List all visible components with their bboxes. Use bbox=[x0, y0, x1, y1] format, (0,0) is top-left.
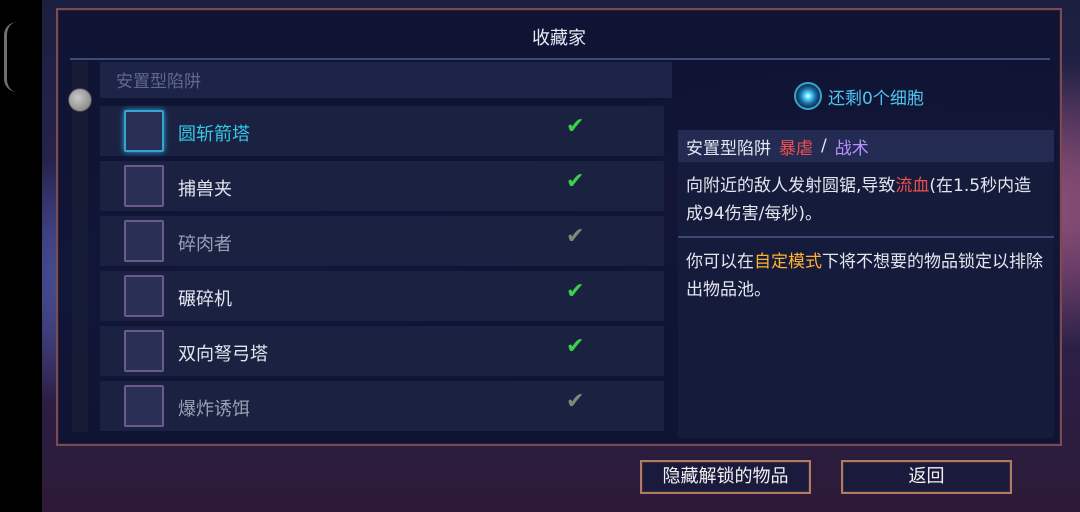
list-item-round-blade-turret[interactable]: 圆斩箭塔 ✔ bbox=[100, 106, 664, 156]
item-tags: 安置型陷阱 暴虐 / 战术 bbox=[678, 130, 1054, 162]
bleed-keyword: 流血 bbox=[895, 176, 930, 196]
left-edge-strip bbox=[0, 0, 42, 512]
category-header: 安置型陷阱 bbox=[100, 62, 672, 98]
list-item-label: 碾碎机 bbox=[178, 289, 232, 310]
list-item-wolf-trap[interactable]: 捕兽夹 ✔ bbox=[100, 161, 664, 211]
back-button[interactable]: 返回 bbox=[841, 460, 1012, 494]
trap-icon bbox=[124, 165, 164, 207]
item-description: 向附近的敌人发射圆锯,导致流血(在1.5秒内造成94伤害/每秒)。 bbox=[678, 162, 1054, 236]
list-item-label: 爆炸诱饵 bbox=[178, 399, 250, 420]
cell-icon bbox=[794, 82, 822, 110]
collector-panel: 收藏家 安置型陷阱 圆斩箭塔 ✔ 捕兽夹 ✔ 碎肉者 ✔ 碾碎机 ✔ 双向弩弓塔… bbox=[56, 8, 1062, 446]
tag-separator: / bbox=[821, 136, 827, 156]
hide-unlocked-button[interactable]: 隐藏解锁的物品 bbox=[640, 460, 811, 494]
description-text: 向附近的敌人发射圆锯,导致 bbox=[686, 176, 896, 196]
grinder-icon bbox=[124, 220, 164, 262]
list-item-label: 圆斩箭塔 bbox=[178, 124, 250, 145]
tag-brutality: 暴虐 bbox=[779, 138, 813, 159]
edge-swipe-icon bbox=[4, 22, 17, 92]
scrollbar-thumb[interactable] bbox=[68, 88, 92, 112]
list-item-double-crossbow[interactable]: 双向弩弓塔 ✔ bbox=[100, 326, 664, 376]
check-icon: ✔ bbox=[566, 169, 585, 194]
check-icon: ✔ bbox=[566, 279, 585, 304]
note-text: 你可以在 bbox=[686, 252, 754, 272]
custom-mode-keyword: 自定模式 bbox=[754, 252, 822, 272]
crusher-icon bbox=[124, 275, 164, 317]
list-item-meat-grinder[interactable]: 碎肉者 ✔ bbox=[100, 216, 664, 266]
title-divider bbox=[70, 58, 1050, 60]
custom-mode-note: 你可以在自定模式下将不想要的物品锁定以排除出物品池。 bbox=[678, 238, 1054, 312]
list-item-crusher[interactable]: 碾碎机 ✔ bbox=[100, 271, 664, 321]
crossbow-icon bbox=[124, 330, 164, 372]
details-pane: 还剩0个细胞 安置型陷阱 暴虐 / 战术 向附近的敌人发射圆锯,导致流血(在1.… bbox=[678, 74, 1056, 438]
cells-counter: 还剩0个细胞 bbox=[794, 82, 924, 110]
scrollbar-track[interactable] bbox=[68, 62, 92, 432]
check-icon: ✔ bbox=[566, 224, 585, 249]
check-icon: ✔ bbox=[566, 389, 585, 414]
item-type: 安置型陷阱 bbox=[686, 138, 771, 159]
item-list: 安置型陷阱 圆斩箭塔 ✔ 捕兽夹 ✔ 碎肉者 ✔ 碾碎机 ✔ 双向弩弓塔 ✔ 爆… bbox=[68, 62, 672, 440]
turret-icon bbox=[124, 110, 164, 152]
check-icon: ✔ bbox=[566, 334, 585, 359]
list-item-label: 捕兽夹 bbox=[178, 179, 232, 200]
cells-remaining: 还剩0个细胞 bbox=[828, 88, 924, 109]
list-item-label: 碎肉者 bbox=[178, 234, 232, 255]
decoy-icon bbox=[124, 385, 164, 427]
panel-title: 收藏家 bbox=[532, 28, 586, 49]
check-icon: ✔ bbox=[566, 114, 585, 139]
tag-tactics: 战术 bbox=[834, 138, 869, 159]
item-info-box: 安置型陷阱 暴虐 / 战术 向附近的敌人发射圆锯,导致流血(在1.5秒内造成94… bbox=[678, 130, 1054, 438]
list-item-explosive-decoy[interactable]: 爆炸诱饵 ✔ bbox=[100, 381, 664, 431]
list-item-label: 双向弩弓塔 bbox=[178, 344, 268, 365]
